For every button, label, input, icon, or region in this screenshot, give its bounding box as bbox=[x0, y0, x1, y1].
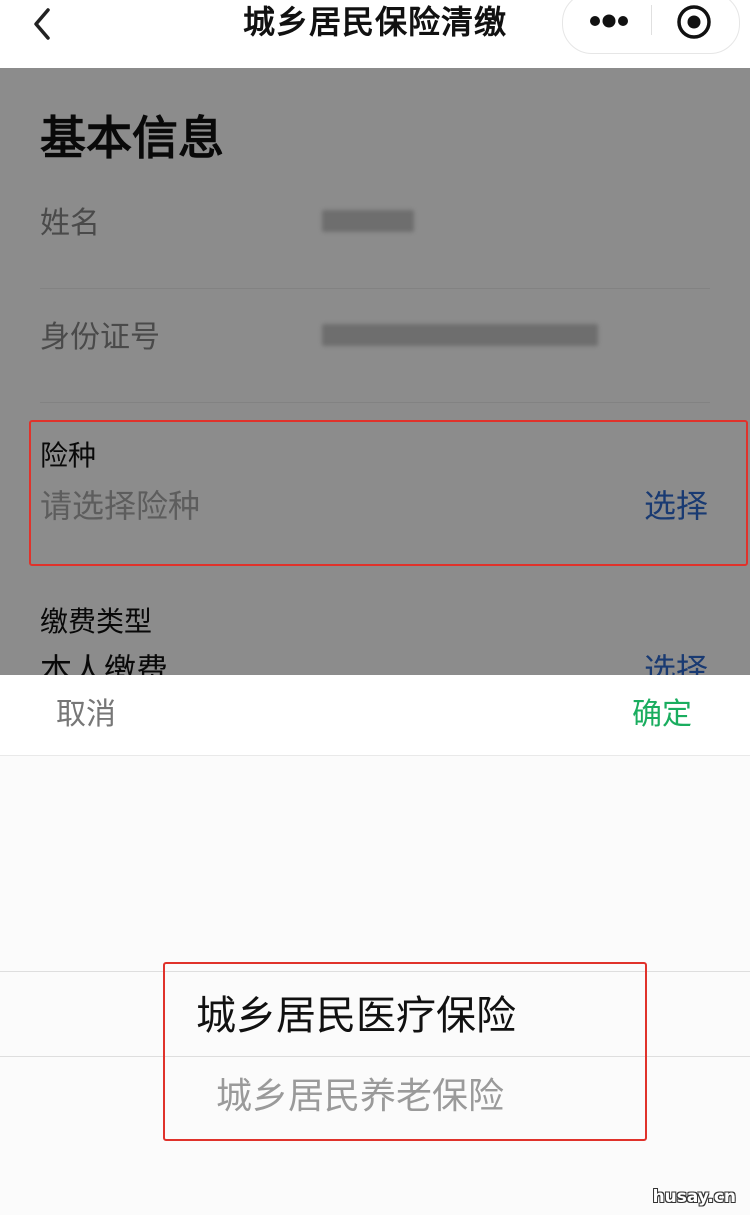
target-circle-icon bbox=[677, 5, 711, 39]
watermark: husay.cn bbox=[652, 1187, 736, 1207]
picker-options-highlight-box bbox=[163, 962, 647, 1141]
more-dots-icon bbox=[590, 14, 628, 28]
modal-mask[interactable] bbox=[0, 68, 750, 675]
capsule-divider bbox=[651, 5, 652, 35]
picker-header: 取消 确定 bbox=[0, 675, 750, 756]
more-button[interactable] bbox=[589, 9, 629, 33]
close-button[interactable] bbox=[675, 3, 713, 41]
picker-confirm-button[interactable]: 确定 bbox=[632, 695, 692, 735]
insurance-type-highlight-box bbox=[29, 420, 748, 566]
insurance-type-picker: 取消 确定 城乡居民医疗保险 城乡居民养老保险 bbox=[0, 675, 750, 1215]
mini-program-capsule bbox=[562, 0, 740, 54]
picker-cancel-button[interactable]: 取消 bbox=[56, 695, 116, 735]
navigation-bar: 城乡居民保险清缴 bbox=[0, 0, 750, 68]
